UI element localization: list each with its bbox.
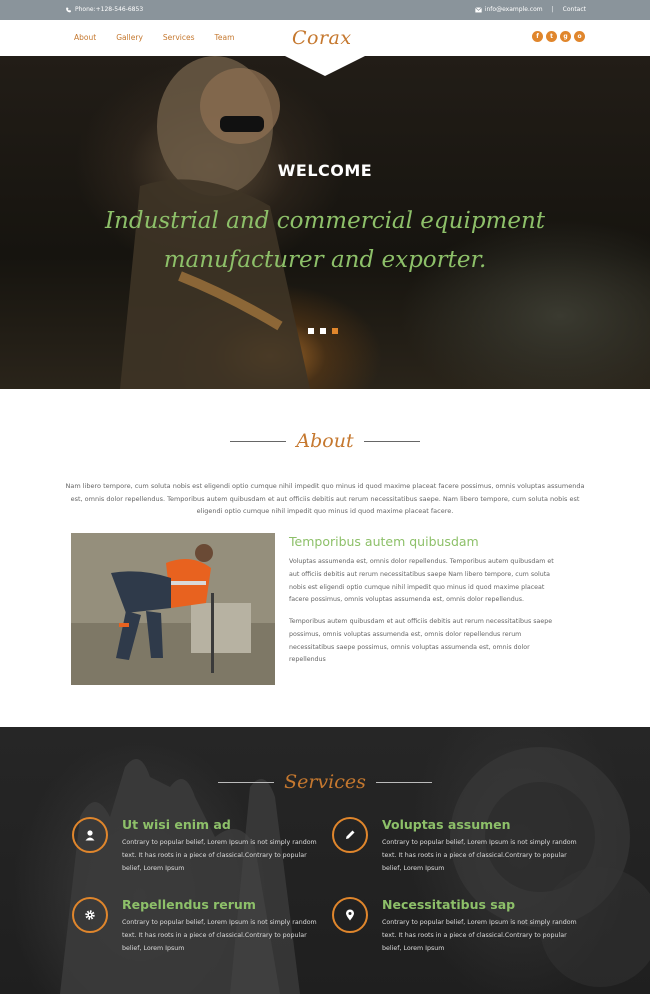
about-heading: About	[296, 430, 354, 452]
service-icon-circle	[332, 817, 368, 853]
main-nav: About Gallery Services Team	[74, 33, 234, 42]
top-bar: Phone:+128-546-6853 info@example.com | C…	[0, 0, 650, 20]
hero-welcome: WELCOME	[277, 161, 373, 180]
top-bar-separator: |	[551, 6, 554, 13]
user-icon	[85, 830, 95, 841]
phone-info: Phone:+128-546-6853	[65, 6, 143, 13]
services-heading: Services	[284, 771, 366, 793]
nav-team[interactable]: Team	[215, 33, 235, 42]
service-text: Contrary to popular belief, Lorem Ipsum …	[382, 919, 577, 952]
about-intro: Nam libero tempore, cum soluta nobis est…	[65, 482, 585, 515]
hero-tagline: Industrial and commercial equipment manu…	[0, 202, 650, 280]
service-icon-circle	[332, 897, 368, 933]
phone-icon	[66, 7, 71, 12]
nav-gallery[interactable]: Gallery	[116, 33, 143, 42]
logo-notch	[285, 56, 365, 76]
twitter-icon[interactable]: t	[546, 31, 557, 42]
title-divider	[375, 781, 432, 783]
hero-tagline-line2: manufacturer and exporter.	[163, 247, 487, 273]
service-item: Necessitatibus sap Contrary to popular b…	[332, 897, 592, 967]
worker-image	[71, 533, 275, 685]
social-links: f t g o	[532, 31, 585, 42]
worker-illustration	[71, 533, 275, 685]
pencil-icon	[346, 830, 355, 839]
email-link[interactable]: info@example.com	[485, 6, 543, 13]
google-plus-icon[interactable]: g	[560, 31, 571, 42]
site-logo[interactable]: Corax	[292, 27, 352, 49]
top-bar-right: info@example.com | Contact	[474, 6, 586, 13]
slider-dot-active[interactable]	[332, 328, 338, 334]
service-item: Repellendus rerum Contrary to popular be…	[72, 897, 332, 967]
service-text: Contrary to popular belief, Lorem Ipsum …	[122, 839, 317, 872]
service-title: Voluptas assumen	[382, 817, 511, 832]
title-divider	[230, 440, 287, 442]
service-icon-circle	[72, 897, 108, 933]
service-icon-circle	[72, 817, 108, 853]
mail-icon	[474, 6, 482, 12]
service-title: Necessitatibus sap	[382, 897, 516, 912]
service-text: Contrary to popular belief, Lorem Ipsum …	[122, 919, 317, 952]
map-marker-icon	[346, 909, 354, 921]
about-paragraph-1: Voluptas assumenda est, omnis dolor repe…	[289, 558, 554, 604]
facebook-icon[interactable]: f	[532, 31, 543, 42]
hero-slider: WELCOME Industrial and commercial equipm…	[0, 56, 650, 389]
about-paragraph-2: Temporibus autem quibusdam et aut offici…	[289, 618, 553, 664]
gear-icon	[85, 910, 95, 920]
about-title: About	[0, 430, 650, 452]
header: About Gallery Services Team Corax f t g …	[0, 20, 650, 56]
services-title: Services	[0, 771, 650, 793]
service-title: Repellendus rerum	[122, 897, 256, 912]
slider-dot[interactable]	[308, 328, 314, 334]
slider-dots	[308, 328, 338, 334]
title-divider	[218, 781, 275, 783]
service-item: Voluptas assumen Contrary to popular bel…	[332, 817, 592, 887]
contact-link[interactable]: Contact	[563, 6, 586, 13]
nav-services[interactable]: Services	[163, 33, 195, 42]
nav-about[interactable]: About	[74, 33, 96, 42]
slider-dot[interactable]	[320, 328, 326, 334]
instagram-icon[interactable]: o	[574, 31, 585, 42]
service-text: Contrary to popular belief, Lorem Ipsum …	[382, 839, 577, 872]
service-title: Ut wisi enim ad	[122, 817, 231, 832]
phone-text: Phone:+128-546-6853	[75, 6, 144, 13]
title-divider	[363, 440, 420, 442]
service-item: Ut wisi enim ad Contrary to popular beli…	[72, 817, 332, 887]
about-subheading: Temporibus autem quibusdam	[289, 534, 479, 549]
hero-tagline-line1: Industrial and commercial equipment	[104, 208, 546, 234]
